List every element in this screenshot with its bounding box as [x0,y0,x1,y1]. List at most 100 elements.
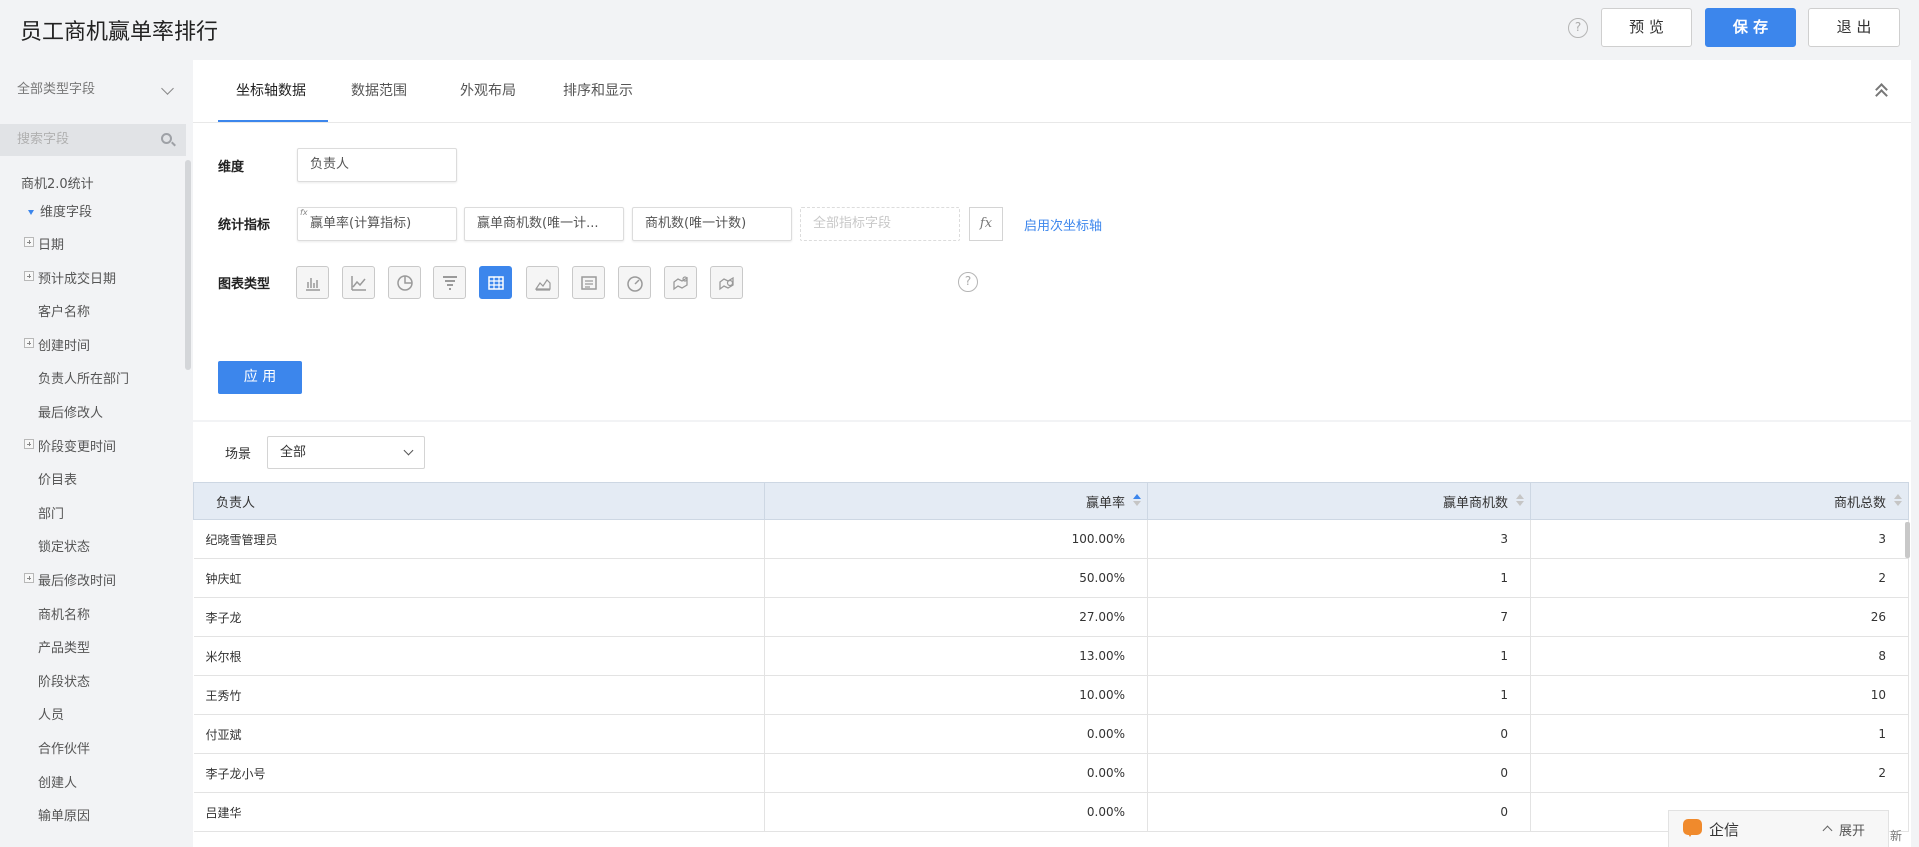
tree-item[interactable]: 输单原因 [38,805,90,824]
cell-owner: 钟庆虹 [193,558,765,598]
tree-item[interactable]: 人员 [38,704,64,723]
tree-item[interactable]: 阶段变更时间 [24,436,116,455]
chart-type-option[interactable] [342,266,375,299]
tab-data-range[interactable]: 数据范围 [351,80,407,100]
chart-config-panel: 坐标轴数据 数据范围 外观布局 排序和显示 维度 负责人 统计指标 fx 赢单率… [193,60,1911,420]
field-search-placeholder: 搜索字段 [17,132,70,147]
table-row[interactable]: 李子龙 27.00% 7 26 [193,597,1909,637]
collapse-up-icon[interactable] [1875,82,1889,102]
metric-chip-win-rate[interactable]: fx 赢单率(计算指标) [297,207,457,241]
chart-type-help-icon[interactable]: ? [958,272,978,292]
table-row[interactable]: 付亚斌 0.00% 0 1 [193,714,1909,754]
tree-root[interactable]: 商机2.0统计 [21,173,94,192]
exit-button[interactable]: 退 出 [1808,8,1900,47]
metric-chip-total-count[interactable]: 商机数(唯一计数) [632,207,792,241]
tree-item[interactable]: 商机名称 [38,604,90,623]
tree-item[interactable]: 价目表 [38,469,77,488]
chart-type-option[interactable] [526,266,559,299]
tree-item[interactable]: 日期 [24,234,65,253]
sort-icon[interactable] [1894,494,1902,508]
cell-won-count: 0 [1147,753,1531,793]
table-row[interactable]: 纪晓雪管理员 100.00% 3 3 [193,519,1909,559]
chart-type-option[interactable] [388,266,421,299]
column-header-total-count[interactable]: 商机总数 [1530,482,1909,520]
formula-badge-icon: fx [300,208,308,217]
scene-select[interactable]: 全部 [267,436,425,469]
tree-item[interactable]: 负责人所在部门 [38,368,129,387]
column-header-win-rate[interactable]: 赢单率 [764,482,1148,520]
cell-owner: 纪晓雪管理员 [193,519,765,559]
table-row[interactable]: 米尔根 13.00% 1 8 [193,636,1909,676]
metric-drop-placeholder[interactable]: 全部指标字段 [800,207,960,241]
column-header-won-count[interactable]: 赢单商机数 [1147,482,1531,520]
column-header-owner[interactable]: 负责人 [193,482,765,520]
tree-item[interactable]: 锁定状态 [38,536,90,555]
tree-item[interactable]: 创建时间 [24,335,91,354]
table-row[interactable]: 王秀竹 10.00% 1 10 [193,675,1909,715]
table-row[interactable]: 李子龙小号 0.00% 0 2 [193,753,1909,793]
formula-button[interactable]: fx [969,207,1003,241]
cell-total-count: 1 [1530,714,1909,754]
tab-appearance[interactable]: 外观布局 [460,80,516,100]
tree-item[interactable]: 合作伙伴 [38,738,90,757]
chat-widget[interactable]: 企信 展开 [1668,810,1889,847]
table-scrollbar[interactable] [1905,522,1910,558]
tree-item-label: 合作伙伴 [38,742,91,757]
expand-plus-icon[interactable] [24,337,34,348]
field-type-select[interactable]: 全部类型字段 [0,68,186,112]
cell-owner: 吕建华 [193,792,765,832]
chart-type-option[interactable] [296,266,329,299]
chat-expand-toggle[interactable]: 展开 [1822,820,1865,839]
tree-item[interactable]: 创建人 [38,772,77,791]
page-title: 员工商机赢单率排行 [20,20,219,45]
expand-plus-icon[interactable] [24,438,34,449]
chart-type-option[interactable] [618,266,651,299]
metric-chip-won-count[interactable]: 赢单商机数(唯一计... [464,207,624,241]
expand-plus-icon[interactable] [24,270,34,281]
help-icon[interactable]: ? [1568,18,1588,38]
sort-icon[interactable] [1133,494,1141,508]
expand-plus-icon[interactable] [24,237,34,247]
cell-owner: 米尔根 [193,636,765,676]
chart-type-option[interactable] [664,266,697,299]
field-search-input[interactable]: 搜索字段 [0,124,186,156]
sidebar-scrollbar[interactable] [185,160,191,370]
tree-item[interactable]: 产品类型 [38,637,90,656]
tree-item-label: 客户名称 [38,305,91,321]
tree-item-label: 最后修改时间 [38,574,117,589]
tree-item[interactable]: 最后修改人 [38,402,103,421]
tab-sort-display[interactable]: 排序和显示 [563,80,633,100]
tree-item-label: 产品类型 [38,641,91,657]
expand-plus-icon[interactable] [24,573,34,583]
chart-type-option[interactable] [433,266,466,299]
tree-item-label: 日期 [38,238,65,253]
table-row[interactable]: 钟庆虹 50.00% 1 2 [193,558,1909,598]
apply-button[interactable]: 应 用 [218,361,302,394]
save-button[interactable]: 保 存 [1705,8,1796,47]
tree-item[interactable]: 部门 [38,503,64,522]
chart-type-option[interactable] [572,266,605,299]
tree-group-dimension[interactable]: 维度字段 [28,201,92,220]
tree-item[interactable]: 阶段状态 [38,671,90,690]
tree-item-label: 输单原因 [38,809,91,825]
sort-icon[interactable] [1516,494,1524,508]
table-row[interactable]: 吕建华 0.00% 0 [193,792,1909,832]
tree-item[interactable]: 客户名称 [38,301,90,320]
dimension-chip[interactable]: 负责人 [297,148,457,182]
tree-item[interactable]: 最后修改时间 [24,570,117,589]
secondary-axis-link[interactable]: 启用次坐标轴 [1024,215,1102,234]
tree-item[interactable]: 预计成交日期 [24,268,117,287]
map-chart-icon [673,276,688,291]
tree-item-label: 创建时间 [38,338,91,354]
chart-type-option[interactable] [710,266,743,299]
cell-total-count: 2 [1530,753,1909,793]
search-icon[interactable] [161,133,172,144]
cell-owner: 李子龙 [193,597,765,637]
tree-item-label: 部门 [38,506,65,522]
cell-win-rate: 0.00% [764,753,1148,793]
preview-button[interactable]: 预 览 [1601,8,1692,47]
tree-item-label: 预计成交日期 [38,271,117,287]
tab-axis-data[interactable]: 坐标轴数据 [236,80,306,100]
cell-win-rate: 27.00% [764,597,1148,637]
chart-type-option[interactable] [479,266,512,299]
